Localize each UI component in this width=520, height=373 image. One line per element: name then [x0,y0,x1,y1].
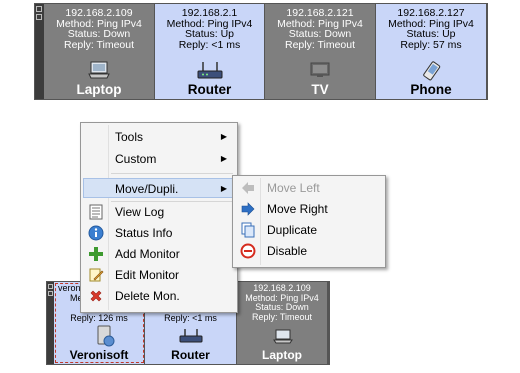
monitor-tile-router[interactable]: 192.168.2.1 Method: Ping IPv4 Status: Up… [155,4,265,99]
monitor-tile-phone[interactable]: 192.168.2.127 Method: Ping IPv4 Status: … [376,4,486,99]
move-duplicate-submenu: Move Left Move Right Duplicate Disable [232,175,386,268]
tile-reply: Reply: Timeout [251,311,313,322]
tile-status: Status: Up [184,28,235,40]
menu-item-label: Delete Mon. [115,289,180,303]
tile-reply: Reply: <1 ms [178,38,241,51]
phone-icon [423,61,441,81]
context-menu: Tools ▶ Custom ▶ Move/Dupli. ▶ View Log … [80,122,238,313]
menu-item-move-left[interactable]: Move Left [235,178,383,198]
menu-item-view-log[interactable]: View Log [83,202,235,222]
menu-item-label: Tools [115,130,144,144]
monitor-tile-tv[interactable]: 192.168.2.121 Method: Ping IPv4 Status: … [265,4,376,99]
router-icon [179,329,203,343]
row-handle-square [36,14,42,20]
arrow-right-icon [241,202,255,216]
tile-name: Router [187,82,232,97]
monitor-tile-laptop[interactable]: 192.168.2.109 Method: Ping IPv4 Status: … [44,4,155,99]
tile-ip: 192.168.2.1 [181,7,238,19]
menu-item-status-info[interactable]: Status Info [83,223,235,243]
row-handle[interactable] [35,4,44,99]
log-icon [89,204,103,220]
tv-icon [310,62,330,77]
edit-icon [89,268,104,282]
monitor-tile-laptop-2[interactable]: 192.168.2.109 Method: Ping IPv4 Status: … [237,282,327,364]
row-handle-square [48,291,53,296]
tile-reply: Reply: Timeout [63,38,135,51]
delete-icon [90,290,102,302]
menu-item-move-right[interactable]: Move Right [235,199,383,219]
duplicate-icon [241,222,255,238]
laptop-icon [88,61,110,79]
server-icon [97,325,115,347]
menu-item-label: Edit Monitor [115,268,180,282]
tile-name: Laptop [76,82,122,97]
menu-item-label: Add Monitor [115,247,180,261]
menu-item-move-dupli[interactable]: Move/Dupli. ▶ [83,178,235,198]
row-handle-square [36,6,42,12]
menu-item-label: Move Left [267,181,320,195]
tile-name: Phone [410,82,452,97]
router-icon [197,62,222,79]
submenu-arrow-icon: ▶ [220,132,227,141]
disable-icon [240,243,256,259]
menu-item-tools[interactable]: Tools ▶ [83,127,235,147]
menu-item-label: Custom [115,152,157,166]
submenu-arrow-icon: ▶ [220,184,227,193]
menu-item-delete-monitor[interactable]: Delete Mon. [83,286,235,306]
menu-item-disable[interactable]: Disable [235,241,383,261]
tile-ip: 192.168.2.109 [65,7,133,19]
tile-reply: Reply: 126 ms [70,313,128,323]
tile-name: Laptop [262,348,302,362]
menu-item-duplicate[interactable]: Duplicate [235,220,383,240]
arrow-left-icon [242,182,254,194]
menu-item-edit-monitor[interactable]: Edit Monitor [83,265,235,285]
row-handle[interactable] [47,282,54,364]
tile-reply: Reply: 57 ms [400,38,462,51]
tile-ip: 192.168.2.121 [286,7,354,19]
menu-item-label: Disable [267,244,308,258]
tile-name: TV [311,82,329,97]
menu-item-add-monitor[interactable]: Add Monitor [83,244,235,264]
row-handle-square [48,284,53,289]
tile-reply: Reply: Timeout [284,38,356,51]
tile-ip: 192.168.2.127 [397,7,465,19]
menu-item-label: Move/Dupli. [115,182,179,196]
menu-item-custom[interactable]: Custom ▶ [83,149,235,169]
tile-status: Status: Down [288,28,352,40]
tile-reply: Reply: <1 ms [164,313,217,323]
tile-name: Router [171,348,210,362]
menu-item-label: View Log [115,205,165,219]
menu-item-label: Duplicate [267,223,318,237]
menu-separator [111,173,233,174]
menu-item-label: Status Info [115,226,173,240]
laptop-icon [273,329,293,344]
menu-item-label: Move Right [267,202,328,216]
tile-status: Status: Up [406,28,456,40]
info-icon [88,225,104,241]
tile-name: Veronisoft [69,348,129,362]
tile-status: Status: Down [67,28,131,40]
submenu-arrow-icon: ▶ [220,154,227,163]
monitor-row-top: 192.168.2.109 Method: Ping IPv4 Status: … [34,3,488,100]
plus-icon [89,247,103,261]
